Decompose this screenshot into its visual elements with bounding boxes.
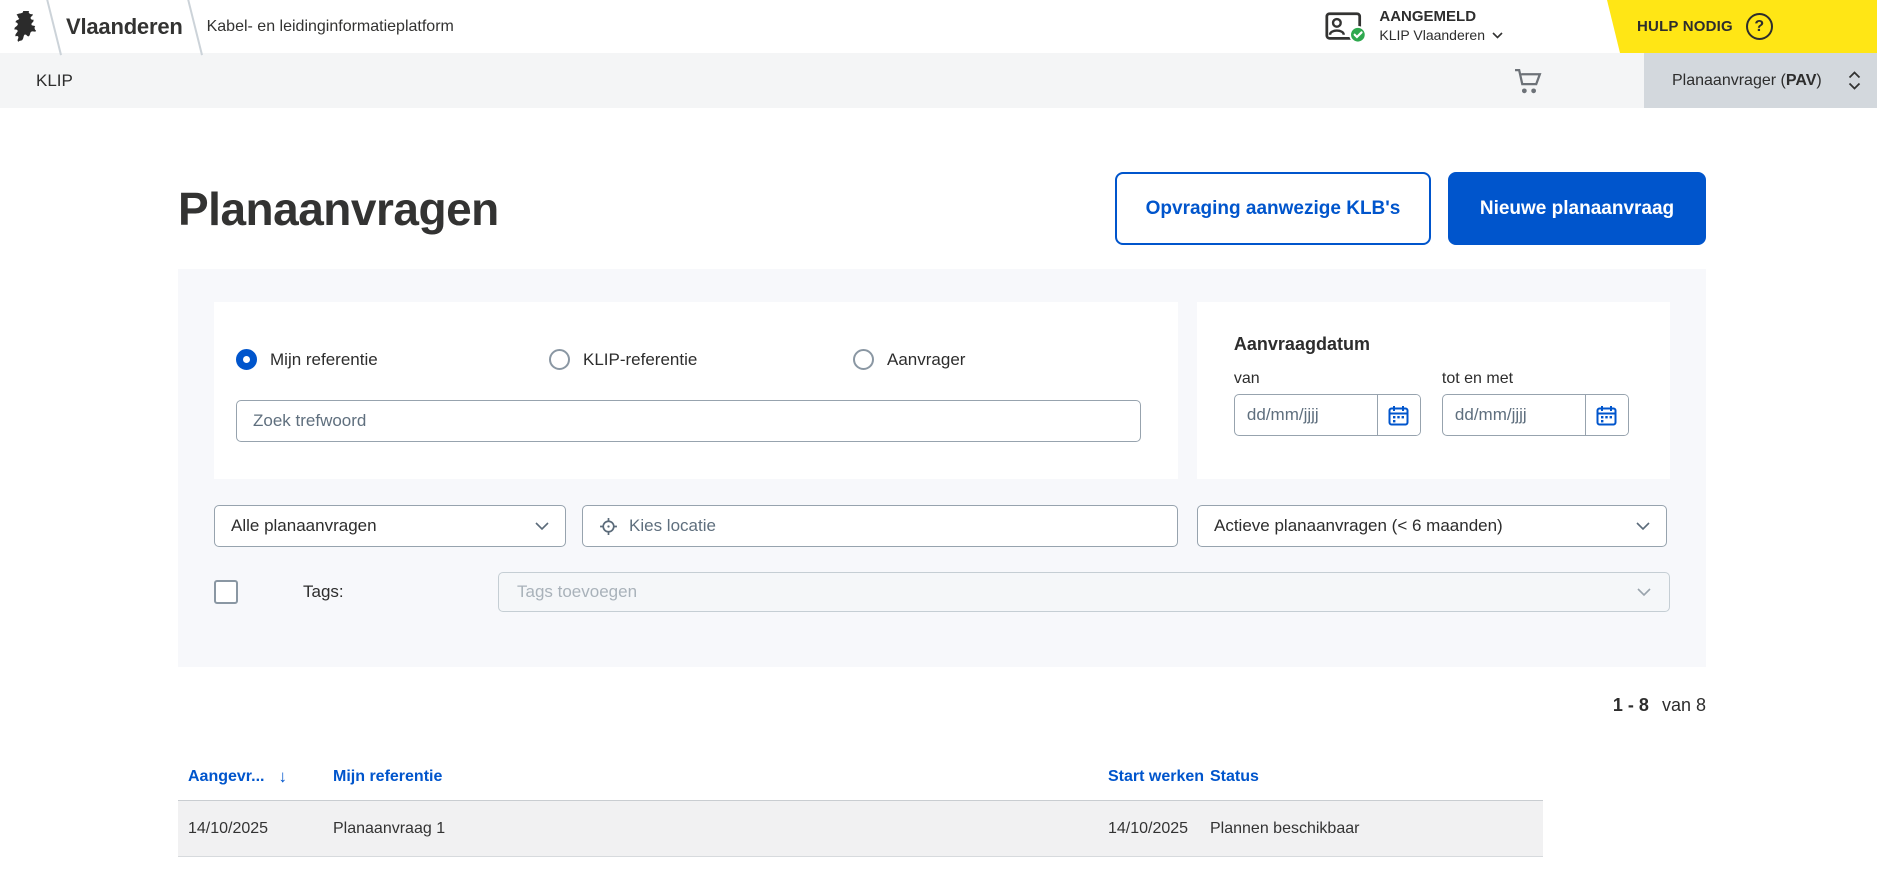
location-placeholder: Kies locatie [629, 516, 716, 536]
site-link[interactable]: KLIP [0, 71, 73, 91]
filter-panel: Mijn referentie KLIP-referentie Aanvrage… [178, 269, 1706, 667]
date-to-label: tot en met [1442, 370, 1629, 388]
column-header-status[interactable]: Status [1210, 768, 1543, 786]
date-from-input[interactable] [1235, 395, 1377, 435]
column-header-start-werken[interactable]: Start werken [1108, 768, 1210, 786]
diagonal-divider [46, 0, 62, 55]
tags-label: Tags: [238, 582, 498, 602]
search-card: Mijn referentie KLIP-referentie Aanvrage… [214, 302, 1178, 479]
sub-header-right: Planaanvrager (PAV) [1514, 53, 1877, 108]
column-header-aangevraagd[interactable]: Aangevr... ↓ [188, 767, 333, 787]
radio-aanvrager[interactable]: Aanvrager [853, 349, 965, 370]
radio-icon [549, 349, 570, 370]
sub-header: KLIP Planaanvrager (PAV) [0, 53, 1877, 108]
main-content: Planaanvragen Opvraging aanwezige KLB's … [178, 172, 1706, 857]
pagination: 1 - 8 van 8 [178, 695, 1706, 716]
page-title: Planaanvragen [178, 182, 499, 236]
radio-label: KLIP-referentie [583, 350, 697, 370]
lion-icon [10, 11, 38, 43]
column-header-mijn-referentie[interactable]: Mijn referentie [333, 768, 1108, 786]
role-label: Planaanvrager (PAV) [1672, 72, 1822, 90]
period-filter-value: Actieve planaanvragen (< 6 maanden) [1214, 516, 1503, 536]
radio-label: Aanvrager [887, 350, 965, 370]
chevron-down-icon [535, 522, 549, 531]
sort-descending-icon: ↓ [278, 767, 287, 787]
radio-label: Mijn referentie [270, 350, 378, 370]
date-to-field [1442, 394, 1629, 436]
chevron-down-icon [1636, 522, 1650, 531]
tags-checkbox[interactable] [214, 580, 238, 604]
account-badge-icon [1325, 9, 1367, 44]
diagonal-divider [187, 0, 203, 55]
new-planaanvraag-button[interactable]: Nieuwe planaanvraag [1448, 172, 1706, 245]
chevron-down-icon [1637, 588, 1651, 597]
table-header-row: Aangevr... ↓ Mijn referentie Start werke… [178, 754, 1543, 801]
chevron-down-icon [1492, 32, 1503, 39]
calendar-icon[interactable] [1585, 395, 1628, 435]
query-klb-button[interactable]: Opvraging aanwezige KLB's [1115, 172, 1431, 245]
calendar-icon[interactable] [1377, 395, 1420, 435]
radio-mijn-referentie[interactable]: Mijn referentie [236, 349, 549, 370]
cart-icon[interactable] [1514, 67, 1545, 95]
pagination-range: 1 - 8 [1613, 695, 1649, 715]
up-down-chevron-icon [1848, 71, 1861, 90]
location-picker[interactable]: Kies locatie [582, 505, 1178, 547]
main-header: Vlaanderen Kabel- en leidinginformatiepl… [0, 0, 1877, 53]
date-filter-title: Aanvraagdatum [1234, 334, 1633, 355]
type-filter-select[interactable]: Alle planaanvragen [214, 505, 566, 547]
radio-klip-referentie[interactable]: KLIP-referentie [549, 349, 853, 370]
help-button[interactable]: HULP NODIG ? [1607, 0, 1877, 53]
date-inputs-row: van [1234, 370, 1633, 436]
tags-input[interactable]: Tags toevoegen [498, 572, 1670, 612]
vlaanderen-lion-logo[interactable] [10, 11, 40, 43]
pagination-total: van 8 [1662, 695, 1706, 715]
question-mark-icon: ? [1746, 13, 1773, 40]
cell-aangevraagd: 14/10/2025 [188, 820, 333, 838]
search-type-radios: Mijn referentie KLIP-referentie Aanvrage… [236, 349, 1156, 370]
brand-name[interactable]: Vlaanderen [66, 14, 183, 40]
role-selector[interactable]: Planaanvrager (PAV) [1644, 53, 1877, 108]
date-to-input[interactable] [1443, 395, 1585, 435]
cell-mijn-referentie: Planaanvraag 1 [333, 820, 1108, 838]
keyword-search-input[interactable] [236, 400, 1141, 442]
radio-selected-icon [236, 349, 257, 370]
account-menu[interactable]: AANGEMELD KLIP Vlaanderen [1325, 8, 1503, 44]
location-target-icon [599, 517, 618, 536]
date-filter-card: Aanvraagdatum van [1197, 302, 1670, 479]
date-from-field [1234, 394, 1421, 436]
account-text: AANGEMELD KLIP Vlaanderen [1379, 8, 1503, 44]
cell-start-werken: 14/10/2025 [1108, 820, 1210, 838]
filter-selects-row: Alle planaanvragen Kies locatie Actieve … [214, 505, 1670, 547]
date-from-label: van [1234, 370, 1421, 388]
page-header: Planaanvragen Opvraging aanwezige KLB's … [178, 172, 1706, 245]
tags-filter-row: Tags: Tags toevoegen [214, 572, 1670, 612]
brand-area: Vlaanderen Kabel- en leidinginformatiepl… [0, 0, 454, 53]
type-filter-value: Alle planaanvragen [231, 516, 377, 536]
table-row[interactable]: 14/10/2025 Planaanvraag 1 14/10/2025 Pla… [178, 801, 1543, 857]
app-title: Kabel- en leidinginformatieplatform [207, 18, 454, 36]
account-name: KLIP Vlaanderen [1379, 26, 1485, 44]
cell-status: Plannen beschikbaar [1210, 820, 1543, 838]
filter-cards: Mijn referentie KLIP-referentie Aanvrage… [214, 302, 1670, 479]
help-label: HULP NODIG [1637, 18, 1733, 35]
header-right: AANGEMELD KLIP Vlaanderen HULP NODIG ? [1325, 0, 1877, 53]
planaanvragen-table: Aangevr... ↓ Mijn referentie Start werke… [178, 754, 1543, 857]
login-status: AANGEMELD [1379, 8, 1503, 26]
page-actions: Opvraging aanwezige KLB's Nieuwe planaan… [1115, 172, 1706, 245]
period-filter-select[interactable]: Actieve planaanvragen (< 6 maanden) [1197, 505, 1667, 547]
radio-icon [853, 349, 874, 370]
tags-placeholder: Tags toevoegen [517, 582, 637, 602]
